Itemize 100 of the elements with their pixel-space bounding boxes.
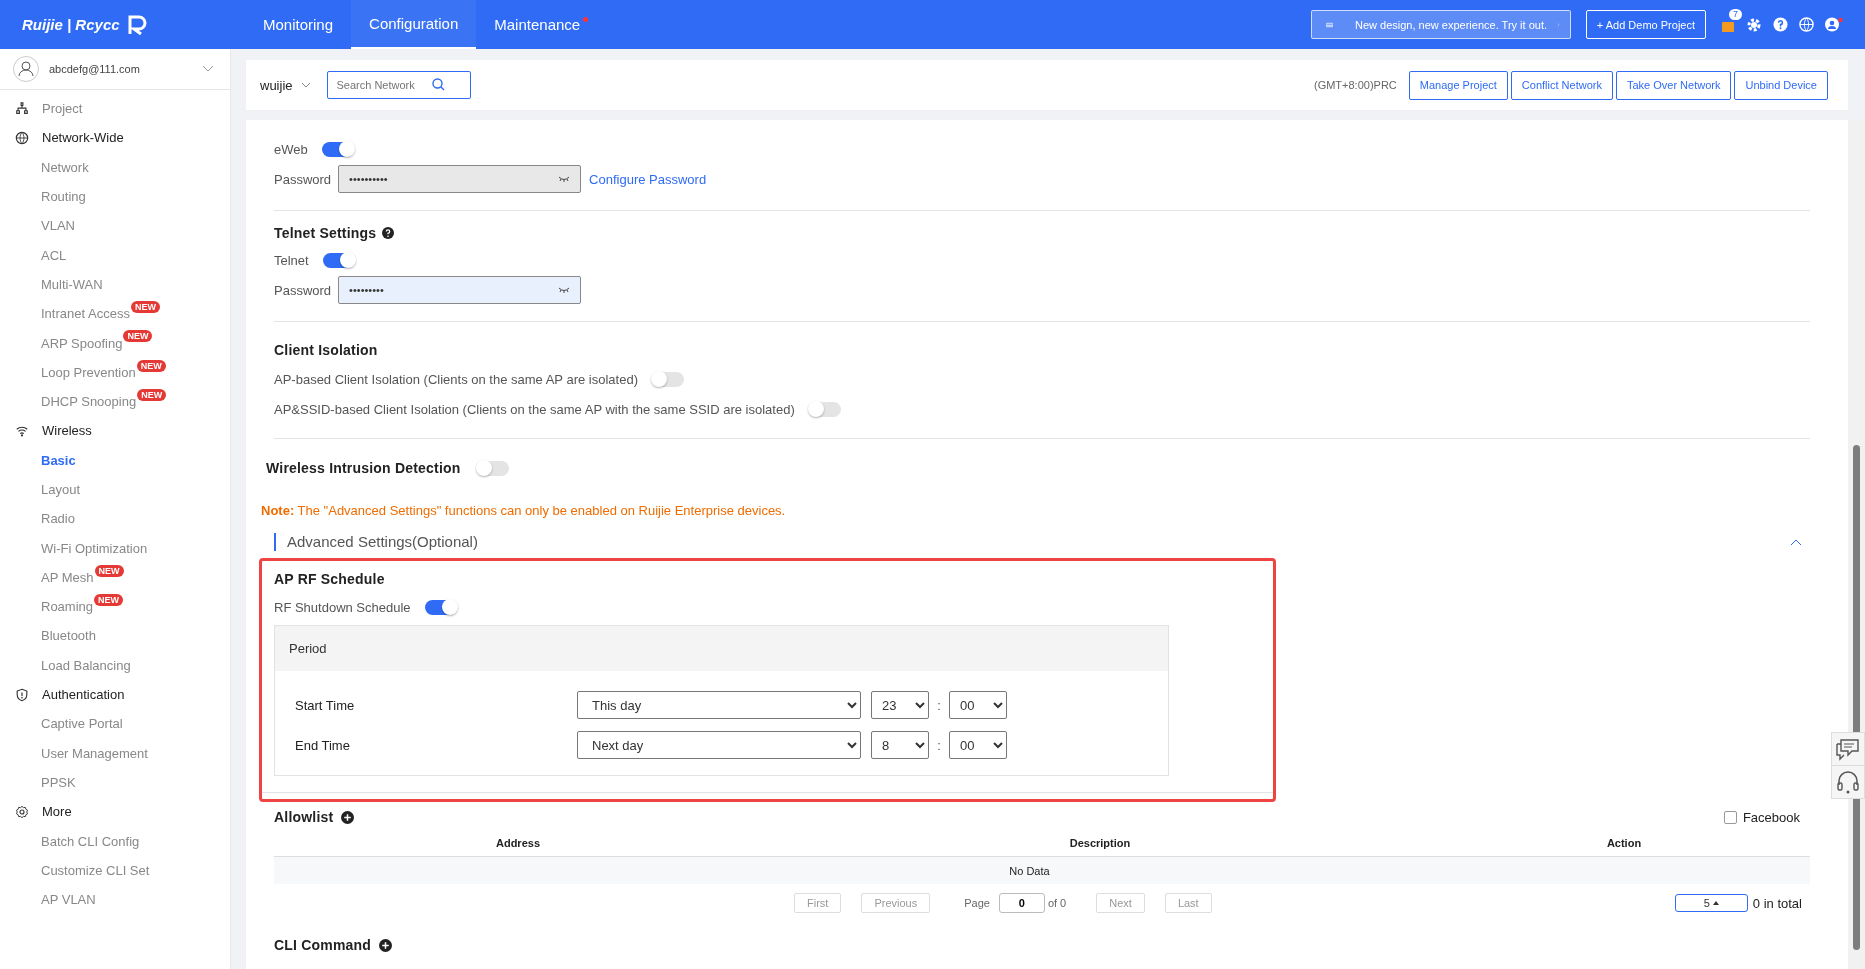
menu-item[interactable]: Loop Prevention	[41, 364, 136, 380]
menu-group-label[interactable]: Authentication	[42, 687, 125, 703]
menu-group-label[interactable]: Project	[42, 101, 83, 117]
eye-closed-icon[interactable]	[558, 176, 571, 182]
toggle-switch[interactable]	[651, 371, 684, 387]
headset-icon[interactable]	[1832, 766, 1864, 798]
section-title: Allowlist	[274, 809, 334, 825]
dropdown[interactable]: 00	[949, 691, 1007, 719]
toggle-switch[interactable]	[476, 460, 509, 476]
user-icon[interactable]	[1825, 17, 1843, 32]
toolbar-button[interactable]: Unbind Device	[1734, 70, 1828, 100]
collapsible-header[interactable]: Advanced Settings(Optional)	[274, 533, 478, 551]
account-name: abcdefg@111.com	[49, 63, 141, 75]
add-icon[interactable]	[341, 810, 355, 824]
menu-item[interactable]: Bluetooth	[41, 628, 96, 644]
menu-item[interactable]: Intranet Access	[41, 306, 130, 322]
dropdown[interactable]: 00	[949, 731, 1007, 759]
toggle-switch[interactable]	[808, 401, 841, 417]
field-label: RF Shutdown Schedule	[274, 599, 411, 615]
eye-closed-icon[interactable]	[558, 287, 571, 293]
time-separator: :	[936, 697, 942, 713]
add-demo-project-button[interactable]: + Add Demo Project	[1585, 10, 1706, 39]
account-selector[interactable]: abcdefg@111.com	[0, 49, 230, 90]
menu-item[interactable]: ACL	[41, 247, 67, 263]
menu-item[interactable]: Routing	[41, 189, 86, 205]
menu-item[interactable]: Roaming	[41, 599, 94, 615]
toggle-switch[interactable]	[321, 141, 354, 157]
help-icon[interactable]	[382, 227, 395, 239]
toolbar-button[interactable]: Take Over Network	[1615, 70, 1732, 100]
menu-group-label[interactable]: Network-Wide	[42, 130, 124, 146]
avatar-icon	[13, 56, 39, 82]
dropdown[interactable]: Next day	[577, 731, 861, 759]
password-field[interactable]: •••••••••	[338, 276, 582, 304]
menu-item[interactable]: Wi-Fi Optimization	[41, 540, 148, 556]
menu-item[interactable]: Basic	[41, 452, 76, 468]
next-page-button[interactable]: Next	[1096, 893, 1145, 913]
logo: Ruijie | Rcycc	[22, 16, 120, 33]
dropdown[interactable]: 8	[871, 731, 929, 759]
new-badge: NEW	[94, 594, 124, 607]
menu-item[interactable]: PPSK	[41, 774, 76, 790]
field-label: AP&SSID-based Client Isolation (Clients on the same AP with the same SSID are isolated)	[274, 401, 795, 417]
search-field[interactable]: Search Network	[326, 71, 471, 99]
chevron-up-icon[interactable]	[1790, 538, 1802, 546]
menu-item[interactable]: AP VLAN	[41, 892, 96, 908]
menu-item[interactable]: VLAN	[41, 218, 75, 234]
toolbar-button[interactable]: Conflict Network	[1510, 70, 1613, 100]
menu-item[interactable]: Multi-WAN	[41, 276, 103, 292]
toggle-switch[interactable]	[322, 252, 355, 268]
column-header: Action	[1605, 837, 1643, 849]
column-header: Address	[495, 837, 541, 849]
menu-item[interactable]: Batch CLI Config	[41, 833, 140, 849]
dropdown[interactable]: This day	[577, 691, 861, 719]
chat-icon[interactable]	[1832, 733, 1864, 765]
menu-group-label[interactable]: Wireless	[42, 423, 92, 439]
globe-icon[interactable]	[1799, 17, 1814, 32]
toolbar-button[interactable]: Manage Project	[1408, 70, 1508, 100]
menu-item[interactable]: Load Balancing	[41, 657, 131, 673]
last-page-button[interactable]: Last	[1164, 893, 1212, 913]
menu-item[interactable]: AP Mesh	[41, 569, 94, 585]
section-title: Client Isolation	[274, 342, 379, 358]
scrollbar[interactable]	[1848, 120, 1865, 969]
empty-message: No Data	[1009, 864, 1050, 877]
field-label: AP-based Client Isolation (Clients on the same AP are isolated)	[274, 371, 638, 387]
search-icon	[431, 78, 445, 91]
menu-group-label[interactable]: More	[42, 804, 72, 820]
configure-password-link[interactable]: Configure Password	[589, 171, 707, 187]
menu-item[interactable]: User Management	[41, 745, 148, 761]
nav-tab[interactable]: Maintenance	[476, 0, 599, 49]
checkbox[interactable]	[1723, 810, 1737, 824]
field-label: eWeb	[274, 141, 308, 157]
menu-item[interactable]: Captive Portal	[41, 716, 123, 732]
nav-tab[interactable]: Monitoring	[245, 0, 352, 49]
page-size-selector[interactable]: 5	[1674, 894, 1748, 912]
dropdown[interactable]: 23	[871, 691, 929, 719]
add-icon[interactable]	[379, 938, 393, 952]
column-header: Description	[1068, 837, 1132, 849]
time-separator: :	[936, 737, 942, 753]
first-page-button[interactable]: First	[794, 893, 842, 913]
menu-item[interactable]: Network	[41, 159, 89, 175]
gear-icon	[15, 804, 29, 819]
timezone-label: (GMT+8:00)PRC	[1313, 79, 1397, 91]
menu-item[interactable]: DHCP Snooping	[41, 394, 137, 410]
menu-item[interactable]: Radio	[41, 511, 75, 527]
panel-title: Period	[289, 641, 327, 656]
settings-icon[interactable]	[1746, 16, 1762, 33]
previous-page-button[interactable]: Previous	[861, 893, 931, 913]
page-label: Page	[964, 897, 990, 909]
new-badge: NEW	[123, 330, 153, 343]
toggle-switch[interactable]	[424, 599, 457, 615]
menu-item[interactable]: ARP Spoofing	[41, 335, 123, 351]
announcement-banner[interactable]: New design, new experience. Try it out.	[1310, 10, 1571, 39]
section-title: Telnet Settings	[274, 225, 377, 241]
network-selector[interactable]: wuijie	[260, 77, 311, 93]
new-badge: NEW	[137, 388, 167, 401]
nav-tab[interactable]: Configuration	[351, 0, 477, 49]
page-count: of 0	[1047, 897, 1067, 909]
menu-item[interactable]: Layout	[41, 482, 81, 497]
checkbox-label: Facebook	[1742, 809, 1800, 825]
menu-item[interactable]: Customize CLI Set	[41, 862, 150, 878]
page-number-field[interactable]: 0	[998, 893, 1045, 913]
